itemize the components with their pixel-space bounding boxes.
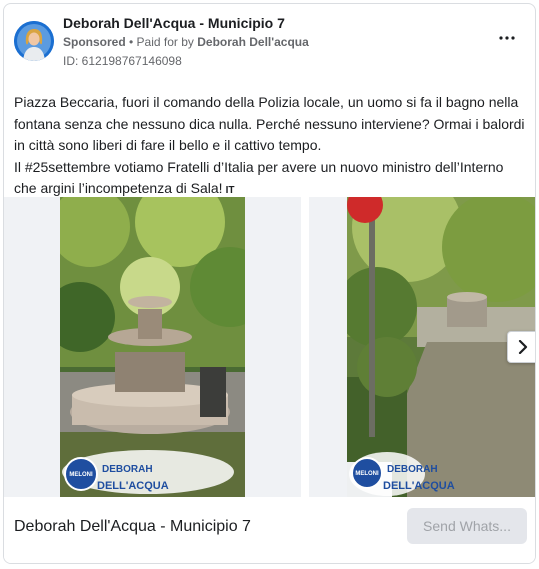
sponsored-line: Sponsored • Paid for by Deborah Dell'acq… [63,35,309,49]
ad-text-line: fontana senza che nessuno dica nulla. Pe… [14,115,525,132]
ad-text-line: Piazza Beccaria, fuori il comando della … [14,94,519,110]
ad-footer: Deborah Dell'Acqua - Municipio 7 Send Wh… [4,497,535,563]
page-name[interactable]: Deborah Dell'Acqua - Municipio 7 [63,15,285,31]
carousel-next-button[interactable] [507,331,535,363]
ad-body-text: Piazza Beccaria, fuori il comando della … [14,92,529,202]
overlay-firstname: DEBORAH [387,464,438,475]
ad-text-line: Il #25settembre votiamo Fratelli d’Itali… [14,158,504,175]
logo-text: MELONI [355,471,379,477]
ad-id: ID: 612198767146098 [63,54,182,68]
carousel-slide-2[interactable]: MELONI DEBORAH DELL'ACQUA [309,197,535,497]
overlay-lastname: DELL'ACQUA [97,480,169,492]
fountain-image: MELONI DEBORAH DELL'ACQUA [60,197,245,497]
language-tag: IT [225,185,235,196]
chevron-right-icon [518,340,528,354]
meta-separator: • [125,35,137,49]
paid-for-prefix: Paid for by [136,35,198,49]
logo-text: MELONI [69,472,93,478]
sponsored-label: Sponsored [63,35,126,49]
send-whatsapp-button[interactable]: Send Whats... [407,508,527,544]
image-carousel: MELONI DEBORAH DELL'ACQUA MELONI DEBORAH… [4,197,535,497]
carousel-slide-1[interactable]: MELONI DEBORAH DELL'ACQUA [4,197,301,497]
ad-text-line: che argini l’incompetenza di Sala! [14,180,223,196]
payer-name: Deborah Dell'acqua [197,35,309,49]
footer-page-title[interactable]: Deborah Dell'Acqua - Municipio 7 [14,518,251,536]
avatar[interactable] [14,21,54,61]
more-options-icon[interactable] [495,26,519,50]
overlay-firstname: DEBORAH [102,464,153,475]
ad-text-line: in città sono liberi di fare il bello e … [14,137,322,153]
ad-card: Deborah Dell'Acqua - Municipio 7 Sponsor… [3,3,536,564]
overlay-lastname: DELL'ACQUA [383,480,455,492]
